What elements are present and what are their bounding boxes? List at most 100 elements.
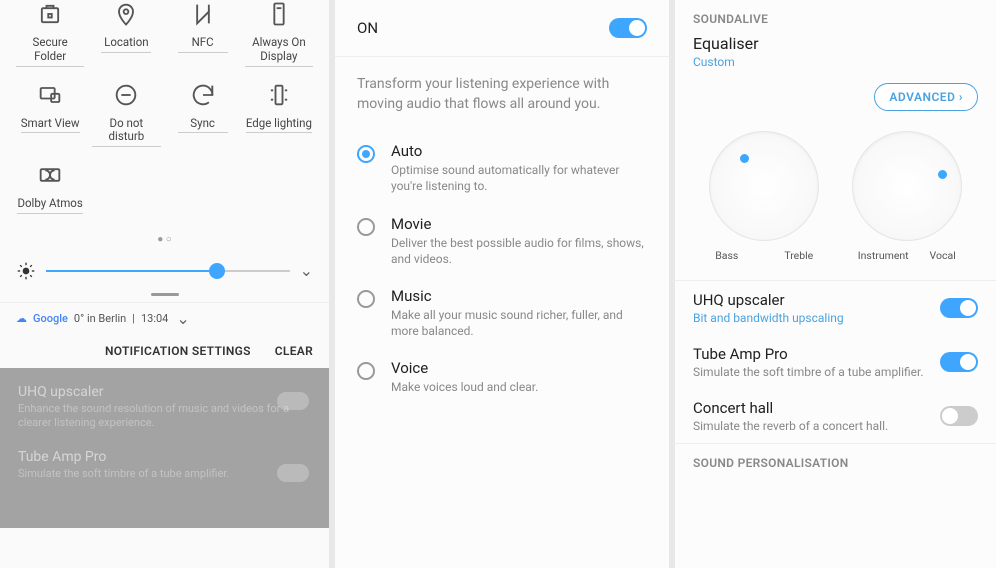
item-sub: Simulate the soft timbre of a tube ampli… (693, 365, 924, 379)
section-soundalive: SOUNDALIVE (675, 0, 996, 30)
qs-label: Smart View (21, 117, 80, 134)
equaliser-sub: Custom (693, 55, 978, 69)
edge-lighting-icon (265, 81, 293, 109)
radio-icon (357, 290, 375, 308)
qs-label: NFC (178, 36, 228, 53)
equaliser-title: Equaliser (693, 34, 978, 53)
toggle-concert[interactable] (940, 406, 978, 426)
time-text: 13:04 (141, 312, 168, 325)
item-sub: Simulate the reverb of a concert hall. (693, 419, 888, 433)
bass-treble-dial[interactable] (709, 131, 819, 241)
qs-label: Location (101, 36, 151, 53)
radio-icon (357, 145, 375, 163)
dial-label-right: Vocal (930, 249, 956, 262)
brightness-icon (16, 261, 36, 281)
qs-label: Do not disturb (92, 117, 160, 148)
toggle-uhq[interactable] (940, 298, 978, 318)
provider-label[interactable]: Google (33, 312, 68, 325)
on-label: ON (357, 19, 378, 37)
dimmed-background: UHQ upscaler Enhance the sound resolutio… (0, 368, 329, 528)
dial-label-left: Bass (715, 249, 738, 262)
dim-card-tube: Tube Amp Pro Simulate the soft timbre of… (18, 449, 311, 481)
weather-text: 0° in Berlin (74, 312, 126, 325)
dial-label-left: Instrument (858, 249, 909, 262)
item-sub: Bit and bandwidth upscaling (693, 311, 844, 325)
description-text: Transform your listening experience with… (335, 57, 669, 132)
on-header: ON (335, 0, 669, 56)
pager-dots[interactable]: ● ○ (0, 234, 329, 245)
qs-tile-location[interactable]: Location (90, 0, 162, 77)
item-title: Concert hall (693, 399, 888, 417)
item-title: UHQ upscaler (693, 291, 844, 309)
dim-toggle (277, 392, 309, 410)
separator: | (132, 312, 135, 325)
instrument-vocal-dial[interactable] (852, 131, 962, 241)
master-toggle[interactable] (609, 18, 647, 38)
drag-handle[interactable] (151, 293, 179, 296)
qs-tile-dnd[interactable]: Do not disturb (90, 81, 162, 158)
option-movie[interactable]: Movie Deliver the best possible audio fo… (335, 205, 669, 277)
smart-view-icon (36, 81, 64, 109)
brightness-row: ⌄ (0, 255, 329, 287)
qs-label: Sync (178, 117, 228, 134)
qs-label: Always On Display (245, 36, 313, 67)
qs-tile-smart-view[interactable]: Smart View (14, 81, 86, 158)
notification-shade: Secure Folder Location NFC Always On Dis… (0, 0, 329, 568)
dolby-icon (36, 161, 64, 189)
nfc-icon (189, 0, 217, 28)
item-tube-amp-pro[interactable]: Tube Amp Pro Simulate the soft timbre of… (675, 335, 996, 389)
dim-title: Tube Amp Pro (18, 449, 311, 465)
qs-tile-sync[interactable]: Sync (167, 81, 239, 158)
option-sub: Make all your music sound richer, fuller… (391, 307, 647, 339)
folder-lock-icon (36, 0, 64, 28)
dial-label-right: Treble (784, 249, 813, 262)
option-title: Voice (391, 359, 538, 377)
option-title: Auto (391, 142, 647, 160)
soundalive-settings: SOUNDALIVE Equaliser Custom ADVANCED Bas… (675, 0, 996, 568)
item-uhq-upscaler[interactable]: UHQ upscaler Bit and bandwidth upscaling (675, 281, 996, 335)
notification-settings-button[interactable]: NOTIFICATION SETTINGS (105, 344, 251, 358)
dials-row: Bass Treble Instrument Vocal (675, 121, 996, 266)
option-music[interactable]: Music Make all your music sound richer, … (335, 277, 669, 349)
option-sub: Deliver the best possible audio for film… (391, 235, 647, 267)
toggle-tube[interactable] (940, 352, 978, 372)
option-sub: Make voices loud and clear. (391, 379, 538, 395)
dim-toggle (277, 464, 309, 482)
option-sub: Optimise sound automatically for whateve… (391, 162, 647, 194)
chevron-down-icon[interactable]: ⌄ (300, 261, 313, 280)
qs-tile-secure-folder[interactable]: Secure Folder (14, 0, 86, 77)
brightness-slider[interactable] (46, 261, 290, 281)
cloud-icon: ☁ (16, 312, 27, 325)
option-title: Music (391, 287, 647, 305)
qs-tile-nfc[interactable]: NFC (167, 0, 239, 77)
radio-icon (357, 362, 375, 380)
chevron-down-icon[interactable]: ⌄ (176, 309, 189, 328)
item-concert-hall[interactable]: Concert hall Simulate the reverb of a co… (675, 389, 996, 443)
item-title: Tube Amp Pro (693, 345, 924, 363)
qs-tile-edge-lighting[interactable]: Edge lighting (243, 81, 315, 158)
aod-icon (265, 0, 293, 28)
dnd-icon (112, 81, 140, 109)
equaliser-row[interactable]: Equaliser Custom (675, 30, 996, 83)
radio-icon (357, 218, 375, 236)
option-auto[interactable]: Auto Optimise sound automatically for wh… (335, 132, 669, 204)
dim-sub: Simulate the soft timbre of a tube ampli… (18, 467, 311, 481)
option-voice[interactable]: Voice Make voices loud and clear. (335, 349, 669, 405)
section-sound-personalisation: SOUND PERSONALISATION (675, 443, 996, 474)
dim-sub: Enhance the sound resolution of music an… (18, 402, 311, 431)
dim-card-uhq: UHQ upscaler Enhance the sound resolutio… (18, 384, 311, 431)
advanced-button[interactable]: ADVANCED (874, 83, 978, 111)
dim-title: UHQ upscaler (18, 384, 311, 400)
location-pin-icon (112, 0, 140, 28)
qs-tile-aod[interactable]: Always On Display (243, 0, 315, 77)
qs-tile-dolby-atmos[interactable]: Dolby Atmos (14, 161, 86, 224)
dolby-atmos-settings: ON Transform your listening experience w… (335, 0, 669, 568)
qs-label: Edge lighting (246, 117, 312, 134)
qs-label: Dolby Atmos (17, 197, 82, 214)
clear-button[interactable]: CLEAR (275, 344, 313, 358)
notification-actions: NOTIFICATION SETTINGS CLEAR (0, 334, 329, 368)
quick-settings-grid: Secure Folder Location NFC Always On Dis… (0, 0, 329, 224)
qs-label: Secure Folder (16, 36, 84, 67)
sync-icon (189, 81, 217, 109)
status-row: ☁ Google 0° in Berlin | 13:04 ⌄ (0, 302, 329, 334)
